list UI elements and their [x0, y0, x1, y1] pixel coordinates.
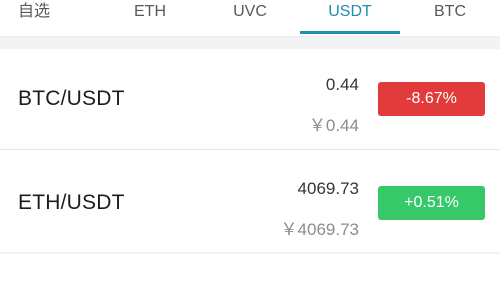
market-tab-bar: 自选 ETH UVC USDT BTC: [0, 0, 500, 37]
last-price: 4069.73: [297, 179, 359, 198]
tab-uvc[interactable]: UVC: [220, 0, 280, 24]
tab-btc[interactable]: BTC: [420, 0, 480, 24]
section-gap: [0, 37, 500, 49]
tab-usdt[interactable]: USDT: [314, 0, 386, 24]
change-badge[interactable]: +0.51%: [378, 186, 485, 220]
market-row-btc-usdt[interactable]: BTC/USDT 0.44 ￥0.44 -8.67%: [0, 49, 500, 149]
pair-name: ETH/USDT: [18, 191, 125, 214]
price-cny: ￥0.44: [308, 116, 359, 135]
tab-eth[interactable]: ETH: [120, 0, 180, 24]
active-tab-indicator: [300, 31, 400, 34]
pair-name: BTC/USDT: [18, 87, 125, 110]
market-row-eth-usdt[interactable]: ETH/USDT 4069.73 ￥4069.73 +0.51%: [0, 150, 500, 250]
list-bottom-divider: [0, 252, 500, 254]
last-price: 0.44: [325, 75, 359, 94]
market-screen: 自选 ETH UVC USDT BTC BTC/USDT 0.44 ￥0.44 …: [0, 0, 500, 300]
tab-favorites[interactable]: 自选: [12, 0, 56, 24]
price-cny: ￥4069.73: [280, 220, 359, 239]
change-badge[interactable]: -8.67%: [378, 82, 485, 116]
